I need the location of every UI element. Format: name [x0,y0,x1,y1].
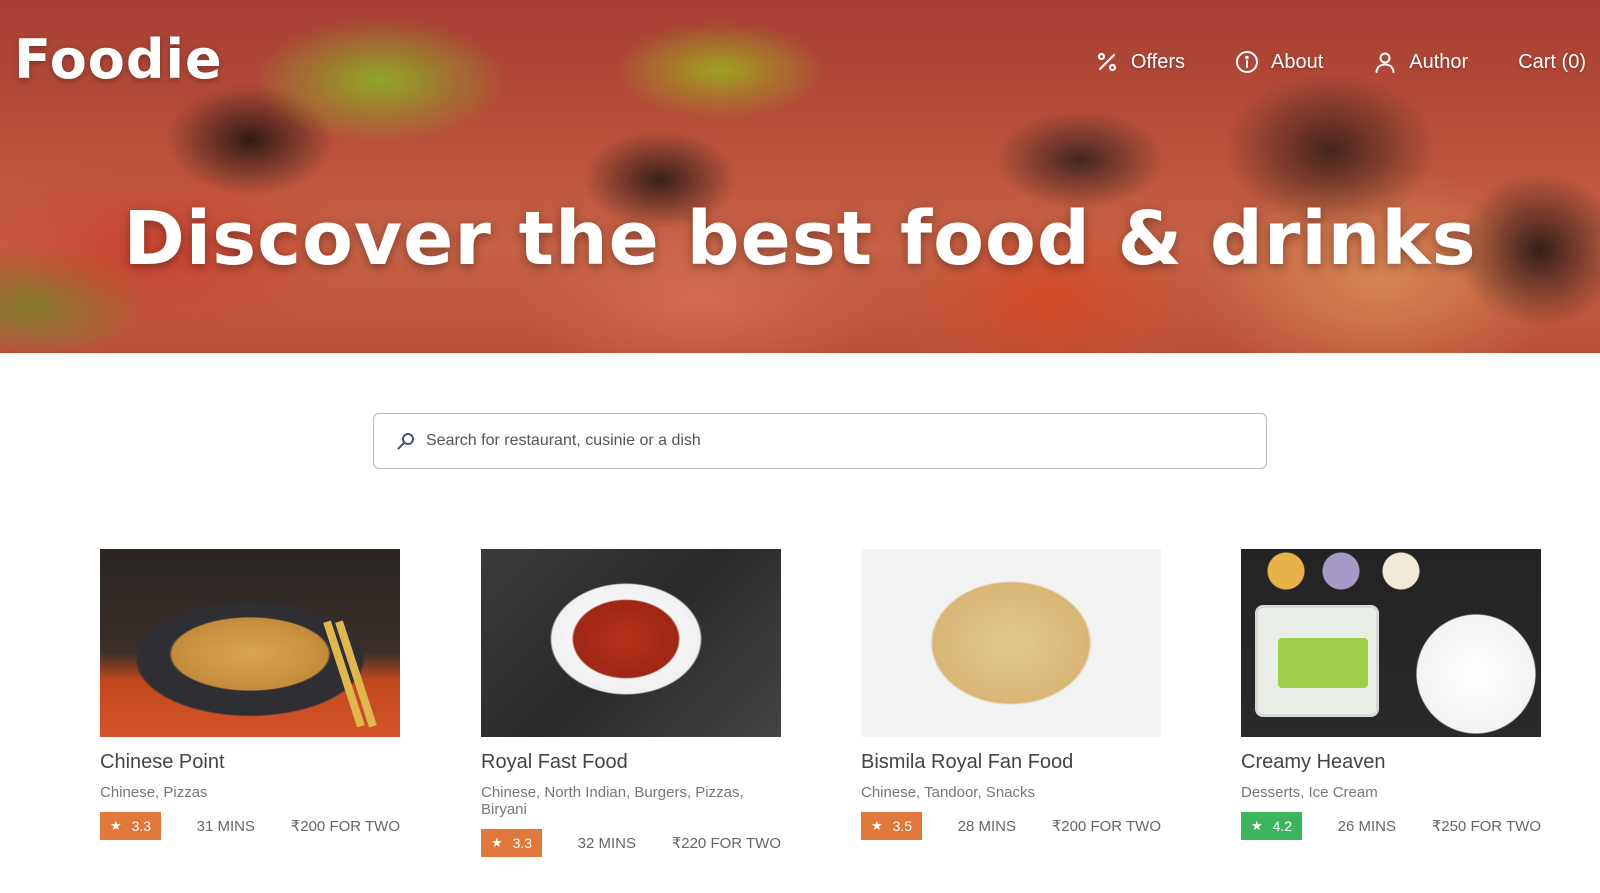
star-icon: ★ [109,818,122,833]
star-icon: ★ [490,835,503,850]
info-icon [1235,50,1259,74]
restaurant-cuisine: Chinese, North Indian, Burgers, Pizzas, … [481,784,744,818]
restaurant-photo[interactable] [100,549,400,737]
search-icon [396,431,416,451]
nav-about-label: About [1271,50,1324,73]
tub-label [1278,638,1368,688]
restaurant-meta: ★ 3.5 28 MINS ₹200 FOR TWO [861,812,1161,840]
brand-logo[interactable]: Foodie [14,28,223,91]
ice-cream-tub [1255,605,1379,717]
delivery-time: 28 MINS [957,817,1017,835]
restaurant-photo[interactable] [481,549,781,737]
nav-cart[interactable]: Cart (0) [1518,51,1586,74]
restaurant-cuisine: Chinese, Pizzas [100,784,208,801]
restaurant-meta: ★ 3.3 31 MINS ₹200 FOR TWO [100,812,400,840]
rating-value: 3.3 [512,835,533,851]
percent-icon [1095,50,1119,74]
user-icon [1373,50,1397,74]
restaurant-card-creamy-heaven[interactable]: Creamy Heaven Desserts, Ice Cream ★ 4.2 … [1241,549,1541,840]
rating-badge: ★ 3.3 [481,829,542,857]
nav-author-label: Author [1409,50,1469,73]
restaurant-name[interactable]: Royal Fast Food [481,751,781,774]
nav-author[interactable]: Author [1373,50,1468,74]
star-icon: ★ [1250,818,1263,833]
cost-for-two: ₹250 FOR TWO [1431,818,1541,835]
delivery-time: 31 MINS [196,817,256,835]
restaurant-card-royal-fast-food[interactable]: Royal Fast Food Chinese, North Indian, B… [481,549,781,857]
cost-for-two: ₹220 FOR TWO [671,835,781,852]
restaurant-name[interactable]: Chinese Point [100,751,400,774]
restaurant-card-bismila-royal-fan-food[interactable]: Bismila Royal Fan Food Chinese, Tandoor,… [861,549,1161,840]
delivery-time: 26 MINS [1337,817,1397,835]
nav-offers-label: Offers [1130,50,1185,73]
star-icon: ★ [870,818,883,833]
rating-badge: ★ 3.3 [100,812,161,840]
cost-for-two: ₹200 FOR TWO [1051,818,1161,835]
nav-offers[interactable]: Offers [1095,50,1185,74]
rating-value: 4.2 [1272,818,1293,834]
rating-value: 3.5 [892,818,913,834]
rating-badge: ★ 3.5 [861,812,922,840]
hero-banner: Foodie Offers About Author Cart (0) Disc… [0,0,1600,353]
search-bar[interactable] [373,413,1267,469]
search-input[interactable] [426,421,1266,461]
restaurant-name[interactable]: Creamy Heaven [1241,751,1541,774]
restaurant-card-chinese-point[interactable]: Chinese Point Chinese, Pizzas ★ 3.3 31 M… [100,549,400,840]
restaurant-meta: ★ 3.3 32 MINS ₹220 FOR TWO [481,829,781,857]
restaurant-photo[interactable] [861,549,1161,737]
top-nav: Offers About Author Cart (0) [1045,46,1586,78]
nav-cart-label: Cart (0) [1518,50,1586,73]
restaurant-photo[interactable] [1241,549,1541,737]
restaurant-name[interactable]: Bismila Royal Fan Food [861,751,1161,774]
rating-value: 3.3 [131,818,152,834]
delivery-time: 32 MINS [577,834,637,852]
rating-badge: ★ 4.2 [1241,812,1302,840]
cost-for-two: ₹200 FOR TWO [290,818,400,835]
restaurant-meta: ★ 4.2 26 MINS ₹250 FOR TWO [1241,812,1541,840]
restaurant-cuisine: Desserts, Ice Cream [1241,784,1378,801]
nav-about[interactable]: About [1235,50,1323,74]
hero-title: Discover the best food & drinks [123,196,1477,282]
restaurant-cuisine: Chinese, Tandoor, Snacks [861,784,1036,801]
